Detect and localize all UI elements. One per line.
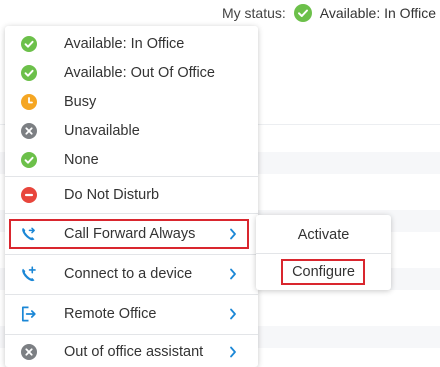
minus-circle-icon	[20, 187, 37, 204]
menu-item-available-in-office[interactable]: Available: In Office	[5, 29, 258, 58]
menu-divider	[5, 254, 258, 255]
submenu-divider	[256, 253, 391, 254]
menu-divider	[5, 294, 258, 295]
chevron-right-icon	[229, 307, 241, 321]
submenu-item-activate[interactable]: Activate	[256, 224, 391, 246]
x-circle-icon	[20, 122, 37, 139]
menu-item-out-of-office-assistant[interactable]: Out of office assistant	[5, 337, 258, 367]
status-menu: Available: In Office Available: Out Of O…	[5, 26, 258, 367]
menu-item-label: Unavailable	[64, 122, 140, 139]
submenu-item-label: Activate	[297, 227, 350, 243]
chevron-right-icon	[229, 267, 241, 281]
menu-item-remote-office[interactable]: Remote Office	[5, 297, 258, 331]
chevron-right-icon	[229, 345, 241, 359]
check-circle-icon	[293, 4, 312, 22]
menu-item-none[interactable]: None	[5, 145, 258, 174]
menu-item-busy[interactable]: Busy	[5, 87, 258, 116]
menu-item-label: Out of office assistant	[64, 344, 204, 360]
menu-divider	[5, 176, 258, 177]
phone-plus-icon	[20, 266, 37, 283]
highlight-box	[281, 259, 365, 285]
call-forward-submenu: Activate Configure	[256, 215, 391, 290]
menu-item-do-not-disturb[interactable]: Do Not Disturb	[5, 179, 258, 211]
menu-item-label: Busy	[64, 93, 97, 110]
check-circle-icon	[20, 64, 37, 81]
check-circle-icon	[20, 151, 37, 168]
menu-item-available-out-of-office[interactable]: Available: Out Of Office	[5, 58, 258, 87]
menu-item-label: Connect to a device	[64, 266, 193, 282]
menu-item-label: Available: Out Of Office	[64, 64, 215, 81]
menu-item-unavailable[interactable]: Unavailable	[5, 116, 258, 145]
clock-icon	[20, 93, 37, 110]
menu-divider	[5, 334, 258, 335]
menu-item-label: Do Not Disturb	[64, 187, 160, 203]
menu-divider	[5, 213, 258, 214]
highlight-box	[9, 219, 249, 249]
menu-item-label: Remote Office	[64, 306, 157, 322]
x-circle-icon	[20, 344, 37, 361]
check-circle-icon	[20, 35, 37, 52]
menu-item-label: None	[64, 151, 99, 168]
remote-office-icon	[20, 306, 37, 323]
status-label: My status:	[221, 5, 286, 21]
status-bar: My status: Available: In Office	[0, 0, 440, 26]
menu-item-label: Available: In Office	[64, 35, 185, 52]
menu-item-connect-to-a-device[interactable]: Connect to a device	[5, 257, 258, 291]
status-value[interactable]: Available: In Office	[320, 5, 436, 21]
